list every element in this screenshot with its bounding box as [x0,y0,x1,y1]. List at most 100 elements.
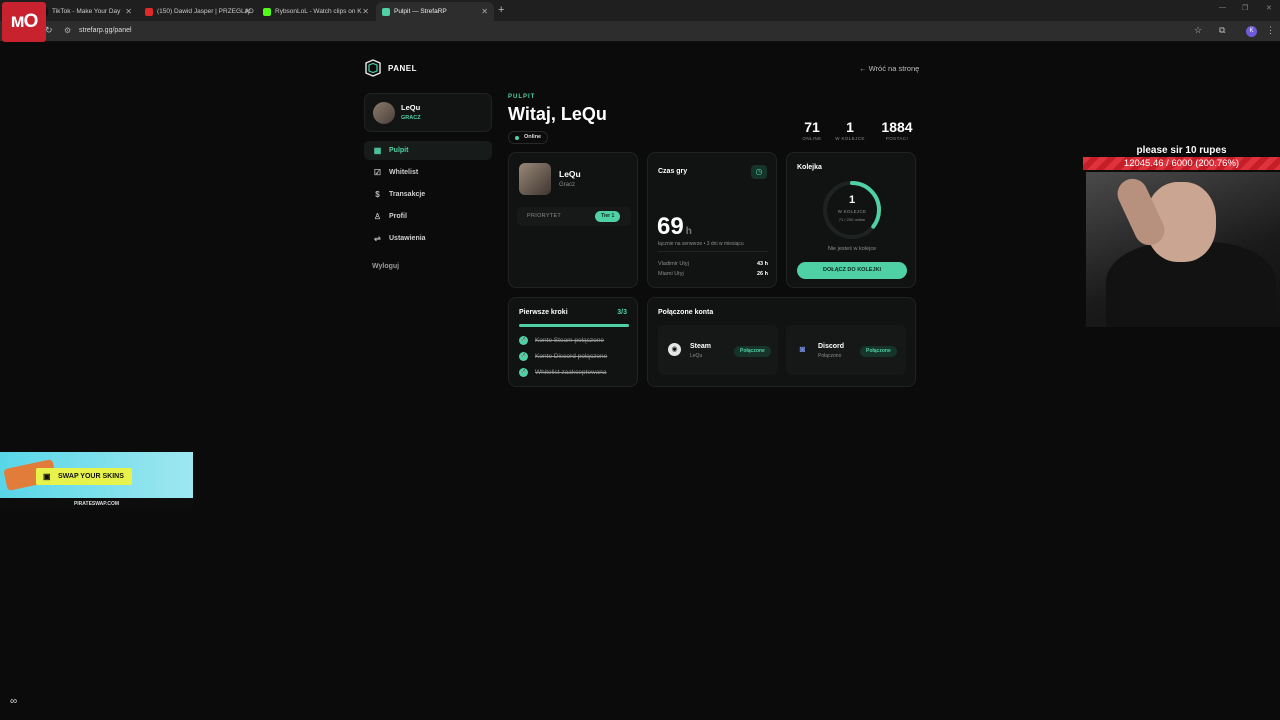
status-badge: Połączone [860,346,897,357]
row-value: 26 h [756,271,768,277]
close-tab-icon[interactable]: ✕ [125,7,132,16]
join-queue-button[interactable]: DOŁĄCZ DO KOLEJKI [797,262,907,279]
stat-value: 71 [804,119,820,135]
tab-title: TikTok - Make Your Day [52,8,121,15]
captions-icon[interactable]: ∞ [10,696,17,707]
hours-value: 69 [657,213,684,240]
check-icon: ✓ [519,336,528,345]
dollar-icon: $ [375,190,380,199]
tab-tiktok[interactable]: TikTok - Make Your Day ✕ [34,2,138,21]
tab-youtube[interactable]: (150) Dawid Jasper | PRZEGLĄD ✕ [139,2,257,21]
steps-count: 3/3 [617,309,627,316]
strefarp-logo-icon [365,59,381,77]
account-name: Steam [690,343,712,350]
site-info-icon[interactable]: ⚙ [64,26,71,35]
kick-favicon-icon [263,7,271,16]
queue-card: Kolejka 1 W KOLEJCE 71 / 200 online Nie … [786,152,916,288]
stat-characters: 1884 POSTACI [876,119,918,141]
sidebar-item-profil[interactable]: ♙ Profil [364,207,492,226]
playtime-hours: 69 h [657,213,692,241]
stat-queue: 1 W KOLEJCE [830,119,870,141]
priority-label: PRIORYTET [527,213,562,219]
user-name: LeQu [401,103,421,112]
card-title: Kolejka [797,164,822,171]
playtime-subtitle: łącznie na serwerze • 3 dni w miesiącu [658,241,744,247]
status-badge: Połączone [734,346,771,357]
card-title: Pierwsze kroki [519,309,568,316]
sidebar-item-label: Profil [389,213,407,220]
discord-icon: ◙ [799,344,806,354]
profile-name: LeQu [559,169,581,179]
status-badge: Online [508,131,549,144]
check-icon: ✓ [519,368,528,377]
playtime-card: Czas gry ◷ 69 h łącznie na serwerze • 3 d… [647,152,777,288]
browser-tab-bar: TikTok - Make Your Day ✕ (150) Dawid Jas… [0,0,1280,21]
tab-title: RybsonLoL - Watch clips on K [275,8,362,15]
step-item: ✓ Konto Discord połączone [519,352,607,361]
ad-cta-button[interactable]: SWAP YOUR SKINS [36,468,132,485]
profile-avatar[interactable]: K [1246,26,1257,37]
tab-kick[interactable]: RybsonLoL - Watch clips on K ✕ [257,2,375,21]
tab-strefarp[interactable]: Pulpit — StrefaRP ✕ [376,2,494,21]
stream-logo: ᴍO [2,2,46,42]
sidebar-item-ustawienia[interactable]: ⇌ Ustawienia [364,229,492,248]
ad-artwork: SWAP YOUR SKINS [0,452,193,498]
playtime-row: Miami Utyj 26 h [658,271,768,277]
sidebar-item-pulpit[interactable]: ▦ Pulpit [364,141,492,160]
back-to-site-link[interactable]: ← Wróć na stronę [859,64,919,73]
url-field[interactable]: strefarp.gg/panel [79,27,132,34]
page-title: Witaj, LeQu [508,104,607,124]
sidebar-item-transakcje[interactable]: $ Transakcje [364,185,492,204]
avatar [519,163,551,195]
row-value: 43 h [756,261,768,267]
sidebar-item-label: Ustawienia [389,235,426,242]
strefarp-favicon-icon [382,7,390,16]
discord-account[interactable]: ◙ Discord Połączono Połączone [786,325,906,375]
close-window-icon[interactable]: ✕ [1266,4,1272,12]
ad-banner[interactable]: SWAP YOUR SKINS PIRATESWAP.COM [0,452,193,509]
steam-account[interactable]: ◉ Steam LeQu Połączone [658,325,778,375]
row-label: Miami Utyj [658,271,684,277]
sidebar-item-whitelist[interactable]: ☑ Whitelist [364,163,492,182]
row-label: Vladimir Utyj [658,261,689,267]
step-item: ✓ Whitelist zaakceptowana [519,368,607,377]
youtube-favicon-icon [145,7,153,16]
account-sub: Połączono [818,353,842,359]
logout-link[interactable]: Wyloguj [372,263,399,270]
close-tab-icon[interactable]: ✕ [362,7,369,16]
bookmark-star-icon[interactable]: ☆ [1194,25,1202,36]
reload-icon[interactable]: ↻ [45,25,53,36]
steps-progress-fill [519,324,629,327]
donation-progress-bar: 12045.46 / 6000 (200.76%) [1083,157,1280,170]
close-tab-icon[interactable]: ✕ [244,7,251,16]
sidebar-item-label: Pulpit [389,147,409,154]
new-tab-plus-icon[interactable]: + [498,4,504,16]
connected-accounts-card: Połączone konta ◉ Steam LeQu Połączone ◙… [647,297,916,387]
divider [658,251,768,252]
queue-count-sub: 71 / 200 online [838,217,866,222]
extensions-icon[interactable]: ⧉ [1219,25,1225,36]
stat-value: 1 [846,119,854,135]
sliders-icon: ⇌ [374,234,381,243]
clock-icon: ◷ [751,165,767,179]
webcam-feed [1086,172,1280,327]
user-card[interactable]: LeQu GRACZ [364,93,492,132]
browser-menu-icon[interactable]: ⋮ [1266,25,1275,36]
stat-label: ONLINE [802,136,822,141]
panel-title: PANEL [388,64,418,73]
minimize-icon[interactable]: — [1219,4,1226,11]
checkbox-icon: ☑ [373,168,382,177]
stat-online: 71 ONLINE [798,119,826,141]
page-kicker: PULPIT [508,94,536,100]
close-tab-icon[interactable]: ✕ [481,7,488,16]
tab-title: Pulpit — StrefaRP [394,8,447,15]
account-name: Discord [818,343,845,350]
account-sub: LeQu [690,353,703,359]
steps-progress-track [519,324,629,327]
queue-count-label: W KOLEJCE [837,209,867,214]
priority-row: PRIORYTET Tier 1 [517,207,631,226]
maximize-icon[interactable]: ❐ [1242,4,1248,12]
card-title: Czas gry [658,168,688,175]
sidebar-item-label: Transakcje [389,191,426,198]
playtime-row: Vladimir Utyj 43 h [658,261,768,267]
